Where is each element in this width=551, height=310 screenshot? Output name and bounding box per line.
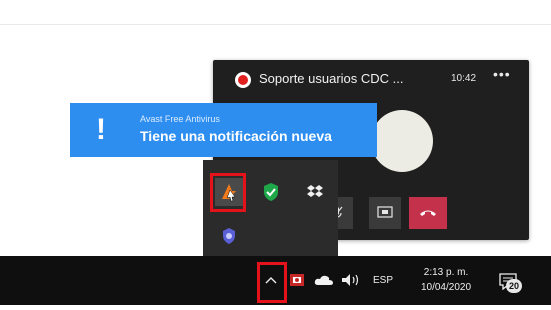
clock-date: 10/04/2020 [420, 282, 472, 293]
more-options-button[interactable]: ••• [493, 66, 511, 82]
cloud-icon [314, 275, 333, 285]
alert-icon: ! [96, 113, 106, 146]
input-language[interactable]: ESP [372, 270, 394, 290]
call-duration: 10:42 [451, 73, 477, 84]
app-icon[interactable] [215, 222, 243, 250]
share-screen-icon [377, 206, 393, 218]
clock-time: 2:13 p. m. [423, 267, 469, 278]
window-edge [0, 24, 551, 25]
notification-count-badge: 20 [506, 279, 522, 293]
highlight-avast-icon [210, 173, 246, 212]
toast-notification[interactable]: ! Avast Free Antivirus Tiene una notific… [70, 103, 377, 157]
bottom-edge [0, 305, 551, 310]
toast-message: Tiene una notificación nueva [140, 128, 332, 144]
avatar [371, 110, 433, 172]
dropbox-logo-icon [307, 185, 323, 197]
purple-shield-icon [223, 228, 235, 244]
volume-icon[interactable] [340, 271, 362, 289]
onedrive-icon[interactable] [314, 272, 334, 288]
share-screen-button[interactable] [369, 197, 401, 229]
hang-up-button[interactable] [409, 197, 447, 229]
action-center-button[interactable]: 20 [496, 269, 522, 293]
hang-up-icon [420, 210, 436, 216]
call-header: Soporte usuarios CDC ... 10:42 ••• [213, 60, 529, 102]
highlight-chevron-button [257, 262, 287, 303]
defender-shield-icon[interactable] [257, 178, 285, 206]
shield-icon [264, 183, 278, 201]
toast-app-name: Avast Free Antivirus [140, 114, 220, 124]
record-icon [290, 274, 304, 286]
speaker-icon [342, 274, 359, 286]
call-title[interactable]: Soporte usuarios CDC ... [259, 71, 404, 86]
screen-recorder-icon[interactable] [289, 272, 305, 288]
clock[interactable]: 2:13 p. m. 10/04/2020 [410, 262, 482, 298]
recording-icon [235, 72, 251, 88]
dropbox-icon[interactable] [301, 178, 329, 206]
